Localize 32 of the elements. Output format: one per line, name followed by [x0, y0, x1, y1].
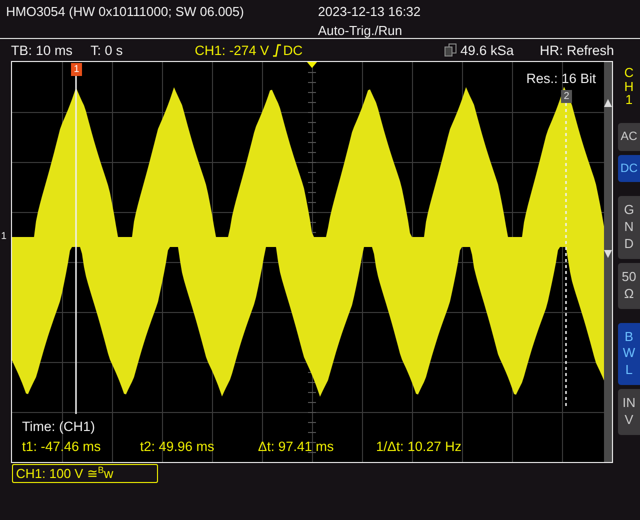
- trigger-position-icon: [307, 62, 317, 68]
- measurement-value: 1/Δt: 10.27 Hz: [376, 439, 463, 454]
- sample-rate: 49.6 kSa: [460, 42, 514, 58]
- date-time: 2023-12-13 16:32: [318, 4, 421, 19]
- cursor-line[interactable]: [565, 103, 567, 407]
- ground-marker: 1: [1, 231, 7, 242]
- timebase: TB: 10 ms: [11, 42, 73, 58]
- measurement-value: Δt: 97.41 ms: [258, 439, 335, 454]
- stacked-pages-icon: [444, 43, 458, 57]
- coupling-button[interactable]: DC: [618, 154, 640, 182]
- trigger-status: Auto-Trig./Run: [318, 23, 404, 38]
- cursor-marker[interactable]: 1: [71, 63, 82, 76]
- coupling-button[interactable]: INV: [618, 389, 640, 436]
- coupling-button[interactable]: BWL: [618, 322, 640, 386]
- resolution-label: Res.: 16 Bit: [526, 71, 596, 86]
- coupling-button[interactable]: 50Ω: [618, 262, 640, 309]
- down-arrow-icon[interactable]: [604, 250, 612, 258]
- device-title: HMO3054 (HW 0x10111000; SW 06.005): [6, 4, 244, 19]
- trigger-time: T: 0 s: [90, 42, 123, 58]
- scrollbar[interactable]: [604, 62, 612, 462]
- channel-scale: CH1: 100 V ≅$^{B}$w: [12, 464, 158, 483]
- channel-label: CH1: [623, 66, 635, 107]
- trigger-level: CH1: -274 V: [194, 42, 270, 58]
- trigger-coupling: DC: [283, 42, 303, 58]
- coupling-button[interactable]: AC: [618, 122, 640, 151]
- acquisition-mode: HR: Refresh: [540, 42, 614, 58]
- measurement-title: Time: (CH1): [22, 419, 95, 434]
- cursor-marker[interactable]: 2: [561, 90, 572, 103]
- measurement-value: t2: 49.96 ms: [140, 439, 216, 454]
- measurement-value: t1: -47.46 ms: [22, 439, 102, 454]
- coupling-button[interactable]: GND: [618, 196, 640, 259]
- up-arrow-icon[interactable]: [604, 99, 612, 107]
